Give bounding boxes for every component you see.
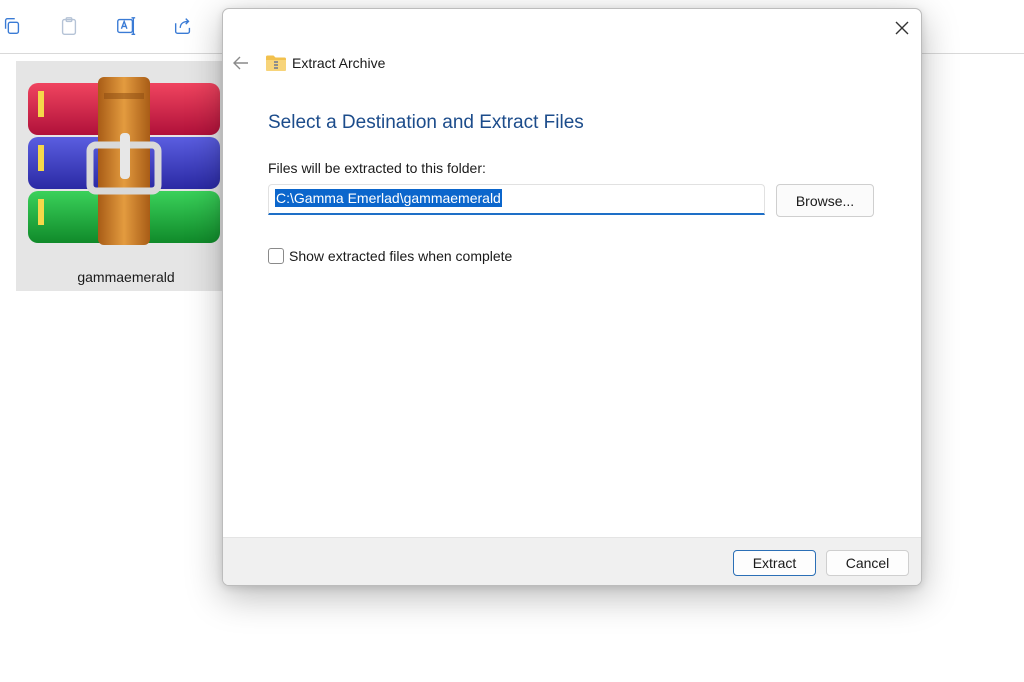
- dialog-header: Extract Archive: [265, 51, 385, 75]
- extract-button[interactable]: Extract: [733, 550, 816, 576]
- rename-icon[interactable]: [114, 14, 138, 38]
- close-icon: [895, 21, 909, 35]
- dialog-header-title: Extract Archive: [292, 55, 386, 71]
- browse-button[interactable]: Browse...: [776, 184, 874, 217]
- zip-folder-icon: [266, 55, 286, 71]
- cancel-button[interactable]: Cancel: [826, 550, 909, 576]
- destination-path-input[interactable]: C:\Gamma Emerlad\gammaemerald: [268, 184, 765, 215]
- destination-label: Files will be extracted to this folder:: [268, 160, 486, 176]
- dialog-heading: Select a Destination and Extract Files: [268, 112, 584, 133]
- back-arrow-icon: [233, 56, 248, 70]
- file-name: gammaemerald: [77, 269, 175, 285]
- destination-path-text: C:\Gamma Emerlad\gammaemerald: [275, 189, 502, 207]
- dialog-footer: Extract Cancel: [223, 537, 921, 585]
- file-item-gammaemerald[interactable]: gammaemerald: [16, 61, 246, 291]
- show-extracted-files-label[interactable]: Show extracted files when complete: [289, 248, 512, 264]
- back-button[interactable]: [229, 51, 253, 75]
- close-button[interactable]: [887, 15, 917, 41]
- extract-archive-dialog: Extract Archive Select a Destination and…: [222, 8, 922, 586]
- show-extracted-files-option[interactable]: Show extracted files when complete: [268, 248, 512, 264]
- show-extracted-files-checkbox[interactable]: [268, 248, 284, 264]
- copy-icon[interactable]: [0, 14, 24, 38]
- share-icon[interactable]: [171, 14, 195, 38]
- paste-icon[interactable]: [57, 14, 81, 38]
